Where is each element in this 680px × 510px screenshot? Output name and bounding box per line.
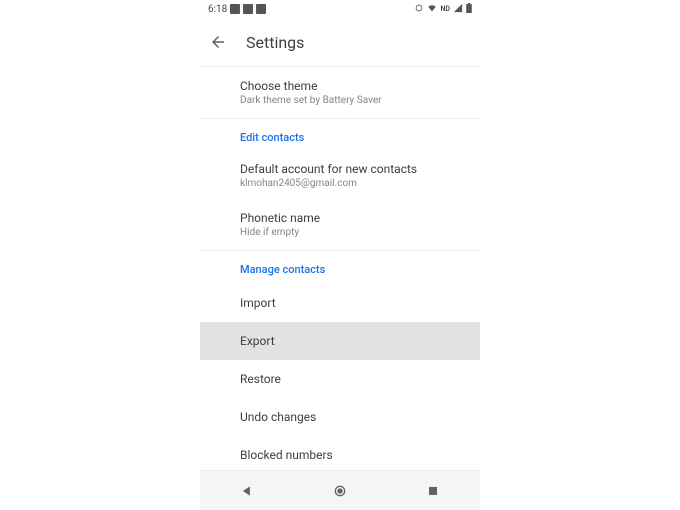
default-account-title: Default account for new contacts xyxy=(240,162,440,176)
blocked-numbers-item[interactable]: Blocked numbers xyxy=(200,436,480,471)
choose-theme-item[interactable]: Choose theme Dark theme set by Battery S… xyxy=(200,67,480,118)
wifi-icon xyxy=(427,3,437,16)
phonetic-name-title: Phonetic name xyxy=(240,211,440,225)
undo-changes-label: Undo changes xyxy=(240,410,440,424)
nd-label: ND xyxy=(440,5,450,13)
nav-recent-button[interactable] xyxy=(415,473,451,509)
status-time: 6:18 xyxy=(208,4,227,15)
back-button[interactable] xyxy=(204,28,232,56)
page-title: Settings xyxy=(246,33,304,52)
notif-icon-3 xyxy=(256,4,266,14)
battery-icon xyxy=(466,3,472,16)
export-label: Export xyxy=(240,334,440,348)
back-arrow-icon xyxy=(209,33,227,51)
default-account-sub: klmohan2405@gmail.com xyxy=(240,178,440,189)
export-item[interactable]: Export xyxy=(200,322,480,360)
app-header: Settings xyxy=(200,18,480,67)
nav-recent-icon xyxy=(427,485,439,497)
edit-contacts-header: Edit contacts xyxy=(200,119,480,152)
phone-frame: 6:18 ND Settings xyxy=(200,0,480,510)
restore-item[interactable]: Restore xyxy=(200,360,480,398)
import-label: Import xyxy=(240,296,440,310)
nav-home-button[interactable] xyxy=(322,473,358,509)
phonetic-name-sub: Hide if empty xyxy=(240,227,440,238)
notif-icon-1 xyxy=(230,4,240,14)
phonetic-name-item[interactable]: Phonetic name Hide if empty xyxy=(200,199,480,250)
android-nav-bar xyxy=(200,470,480,510)
choose-theme-title: Choose theme xyxy=(240,79,440,93)
settings-list: Choose theme Dark theme set by Battery S… xyxy=(200,67,480,471)
nav-home-icon xyxy=(332,483,348,499)
choose-theme-sub: Dark theme set by Battery Saver xyxy=(240,95,440,106)
nav-back-button[interactable] xyxy=(229,473,265,509)
manage-contacts-header: Manage contacts xyxy=(200,251,480,284)
default-account-item[interactable]: Default account for new contacts klmohan… xyxy=(200,152,480,199)
undo-changes-item[interactable]: Undo changes xyxy=(200,398,480,436)
import-item[interactable]: Import xyxy=(200,284,480,322)
status-bar: 6:18 ND xyxy=(200,0,480,18)
nav-back-icon xyxy=(240,484,254,498)
signal-icon xyxy=(453,3,463,16)
alarm-icon xyxy=(414,3,424,16)
notif-icon-2 xyxy=(243,4,253,14)
restore-label: Restore xyxy=(240,372,440,386)
blocked-numbers-label: Blocked numbers xyxy=(240,448,440,462)
